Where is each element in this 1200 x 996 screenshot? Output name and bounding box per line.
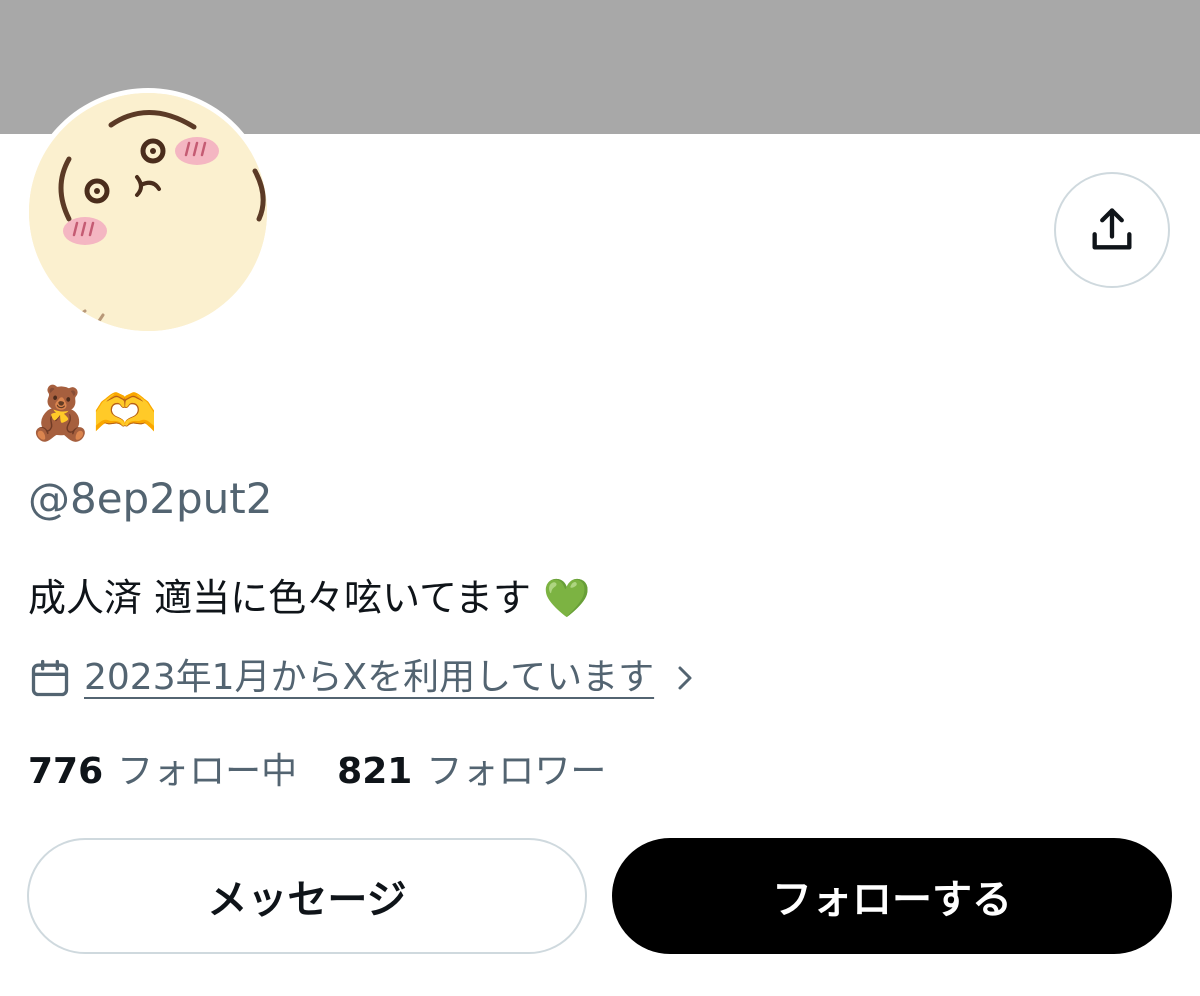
following-link[interactable]: 776 フォロー中 [28,742,297,794]
message-button[interactable]: メッセージ [27,838,587,954]
calendar-icon [31,659,69,697]
display-name: 🧸🫶 [28,384,158,444]
follow-stats: 776 フォロー中 821 フォロワー [28,740,606,796]
followers-label: フォロワー [426,751,607,792]
profile-bio: 成人済 適当に色々呟いてます 💚 [28,576,591,620]
share-icon [1092,208,1132,250]
share-button[interactable] [1054,172,1170,288]
avatar-illustration [29,93,267,331]
chevron-right-icon [678,666,692,690]
join-date-link[interactable]: 2023年1月からXを利用しています [28,650,700,706]
followers-count: 821 [337,751,413,792]
follow-button[interactable]: フォローする [612,838,1172,954]
join-date-text[interactable]: 2023年1月からXを利用しています [84,654,654,702]
avatar[interactable] [29,93,267,331]
following-count: 776 [28,751,104,792]
user-handle: @8ep2put2 [28,474,273,523]
followers-link[interactable]: 821 フォロワー [337,742,606,794]
following-label: フォロー中 [117,751,298,792]
